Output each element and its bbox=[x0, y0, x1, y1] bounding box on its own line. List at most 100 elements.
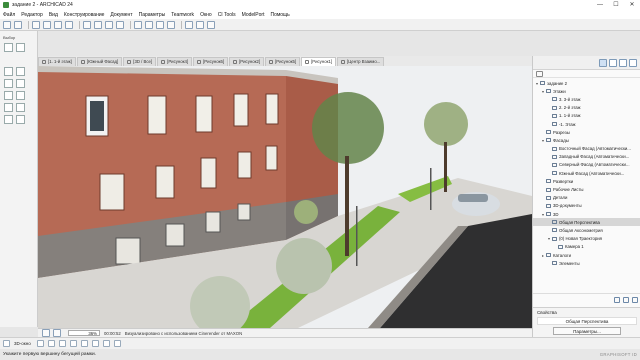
section-plane-icon[interactable] bbox=[69, 340, 77, 347]
menu-window[interactable]: Окно bbox=[200, 12, 212, 18]
marquee-icon[interactable] bbox=[16, 43, 25, 52]
teamwork-icon[interactable] bbox=[185, 20, 193, 29]
expander-icon[interactable]: ▾ bbox=[541, 212, 545, 217]
view-map-icon[interactable] bbox=[609, 58, 617, 67]
sun-icon[interactable] bbox=[102, 340, 110, 347]
camera-icon[interactable] bbox=[113, 340, 121, 347]
settings-button[interactable]: Параметры... bbox=[553, 327, 621, 335]
delete-icon[interactable] bbox=[632, 296, 638, 303]
tree-item[interactable]: Камера 1 bbox=[533, 243, 640, 251]
dimension-icon[interactable] bbox=[116, 20, 124, 29]
tree-item[interactable]: 3D-документы bbox=[533, 202, 640, 210]
tab-floor-plan[interactable]: [1. 1-й этаж] bbox=[38, 57, 76, 66]
menu-teamwork[interactable]: Teamwork bbox=[171, 12, 194, 18]
tree-item[interactable]: ▾ 3D bbox=[533, 210, 640, 218]
renovation-icon[interactable] bbox=[145, 20, 153, 29]
tab-picture-6[interactable]: [Рисунок6] bbox=[193, 57, 229, 66]
graphic-override-icon[interactable] bbox=[134, 20, 142, 29]
layer-icon[interactable] bbox=[83, 20, 91, 29]
expander-icon[interactable]: ▾ bbox=[541, 89, 545, 94]
model-view-icon[interactable] bbox=[105, 20, 113, 29]
wall-tool-icon[interactable] bbox=[4, 67, 13, 76]
tree-item[interactable]: Северный Фасад (Автоматически... bbox=[533, 161, 640, 169]
zoom-in-icon[interactable] bbox=[42, 329, 50, 337]
tab-design-center[interactable]: [Центр Взаимо... bbox=[337, 57, 385, 66]
partial-structure-icon[interactable] bbox=[167, 20, 175, 29]
tree-item[interactable]: 1. 1-й этаж bbox=[533, 112, 640, 120]
pencil-icon[interactable] bbox=[32, 20, 40, 29]
tree-item[interactable]: 2. 2-й этаж bbox=[533, 104, 640, 112]
tab-3d-all[interactable]: [3D / Все] bbox=[123, 57, 157, 66]
object-tool-icon[interactable] bbox=[4, 115, 13, 124]
menu-ci-tools[interactable]: CI Tools bbox=[218, 12, 236, 18]
arrow-icon[interactable] bbox=[4, 43, 13, 52]
publisher-sets-icon[interactable] bbox=[629, 58, 637, 67]
expander-icon[interactable]: ▾ bbox=[541, 138, 545, 143]
menu-help[interactable]: Помощь bbox=[270, 12, 289, 18]
tree-item[interactable]: Рабочие Листы bbox=[533, 185, 640, 193]
tree-item[interactable]: Детали bbox=[533, 194, 640, 202]
menu-edit[interactable]: Редактор bbox=[21, 12, 43, 18]
expander-icon[interactable]: ▸ bbox=[541, 253, 545, 258]
tree-item[interactable]: -1. Этаж bbox=[533, 120, 640, 128]
pen-set-icon[interactable] bbox=[94, 20, 102, 29]
new-view-icon[interactable] bbox=[614, 296, 620, 303]
tree-item[interactable]: ▾ задание 2 bbox=[533, 79, 640, 87]
tab-picture-4[interactable]: [Рисунок4] bbox=[157, 57, 193, 66]
pan-icon[interactable] bbox=[47, 340, 55, 347]
zone-tool-icon[interactable] bbox=[16, 115, 25, 124]
menu-document[interactable]: Документ bbox=[110, 12, 132, 18]
tree-item[interactable]: Разрезы bbox=[533, 128, 640, 136]
graphisoft-id-link[interactable]: GRAPHISOFT ID bbox=[600, 352, 637, 357]
undo-icon[interactable] bbox=[3, 20, 11, 29]
structural-icon[interactable] bbox=[156, 20, 164, 29]
beam-tool-icon[interactable] bbox=[4, 79, 13, 88]
menu-options[interactable]: Параметры bbox=[139, 12, 166, 18]
close-button[interactable]: ✕ bbox=[624, 0, 640, 10]
rendered-view[interactable] bbox=[38, 66, 532, 328]
tree-item[interactable]: ▾ Этажи bbox=[533, 87, 640, 95]
3d-window-label[interactable]: 3D-окно bbox=[14, 341, 31, 346]
navigator-options-icon[interactable] bbox=[536, 70, 543, 77]
filter-icon[interactable] bbox=[80, 340, 88, 347]
tab-picture-1[interactable]: [Рисунок1] bbox=[301, 57, 337, 66]
tree-item[interactable]: Общая Аксонометрия bbox=[533, 226, 640, 234]
zoom-level-field[interactable]: 36% bbox=[68, 330, 100, 336]
tab-south-elevation[interactable]: [Южный Фасад] bbox=[76, 57, 123, 66]
tree-item[interactable]: ▾ (0) Новая Траектория bbox=[533, 235, 640, 243]
snap-icon[interactable] bbox=[43, 20, 51, 29]
layout-book-icon[interactable] bbox=[619, 58, 627, 67]
tree-item[interactable]: Элементы bbox=[533, 259, 640, 267]
menu-view[interactable]: Вид bbox=[49, 12, 58, 18]
roof-tool-icon[interactable] bbox=[4, 103, 13, 112]
expander-icon[interactable]: ▾ bbox=[547, 236, 551, 241]
clone-icon[interactable] bbox=[623, 296, 629, 303]
tab-picture-5[interactable]: [Рисунок5] bbox=[265, 57, 301, 66]
orbit-icon[interactable] bbox=[36, 340, 44, 347]
menu-design[interactable]: Конструирование bbox=[64, 12, 105, 18]
grid-icon[interactable] bbox=[65, 20, 73, 29]
menu-file[interactable]: Файл bbox=[3, 12, 15, 18]
guide-icon[interactable] bbox=[54, 20, 62, 29]
door-tool-icon[interactable] bbox=[4, 91, 13, 100]
tree-item[interactable]: ▾ Фасады bbox=[533, 136, 640, 144]
zoom-out-icon[interactable] bbox=[53, 329, 61, 337]
message-icon[interactable] bbox=[207, 20, 215, 29]
window-tool-icon[interactable] bbox=[16, 79, 25, 88]
tree-item[interactable]: Общая Перспектива bbox=[533, 218, 640, 227]
tree-item[interactable]: Южный Фасад (Автоматически... bbox=[533, 169, 640, 177]
3d-window-icon[interactable] bbox=[3, 340, 10, 347]
project-map-icon[interactable] bbox=[599, 58, 607, 67]
stair-tool-icon[interactable] bbox=[16, 103, 25, 112]
send-receive-icon[interactable] bbox=[196, 20, 204, 29]
tree-item[interactable]: ▸ Каталоги bbox=[533, 251, 640, 259]
slab-tool-icon[interactable] bbox=[16, 91, 25, 100]
redo-icon[interactable] bbox=[14, 20, 22, 29]
fit-icon[interactable] bbox=[58, 340, 66, 347]
tree-item[interactable]: Восточный Фасад (Автоматически... bbox=[533, 145, 640, 153]
style-icon[interactable] bbox=[91, 340, 99, 347]
tree-item[interactable]: Западный Фасад (Автоматически... bbox=[533, 153, 640, 161]
tab-picture-2[interactable]: [Рисунок2] bbox=[229, 57, 265, 66]
maximize-button[interactable]: ☐ bbox=[608, 0, 624, 10]
column-tool-icon[interactable] bbox=[16, 67, 25, 76]
